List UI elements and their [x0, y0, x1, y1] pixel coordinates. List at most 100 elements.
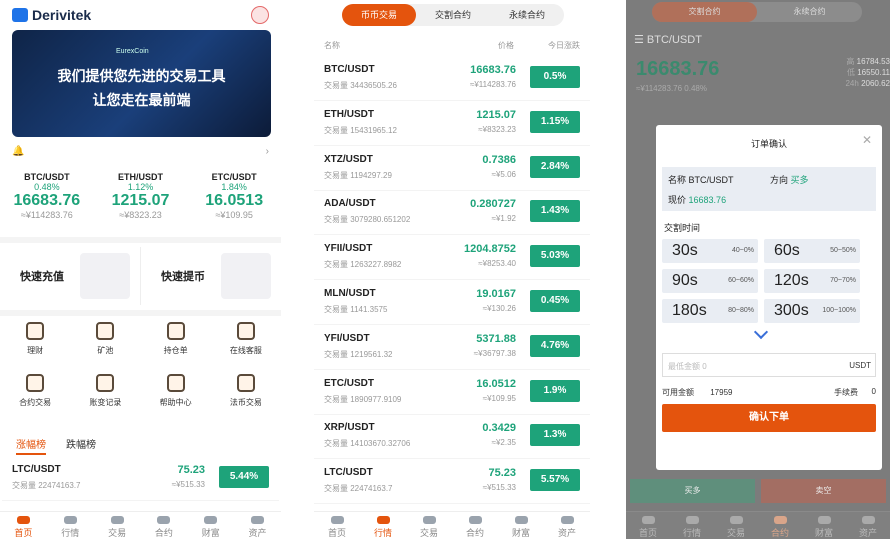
quick-withdraw-button[interactable]: 快速提币: [141, 247, 281, 305]
tab-wealth[interactable]: 财富: [187, 512, 234, 539]
tab-gainers[interactable]: 涨幅榜: [16, 436, 46, 455]
home-icon: [330, 516, 344, 524]
table-row[interactable]: MLN/USDT 交易量 1141.3575 19.0167 ≈¥130.26 0.45…: [314, 280, 590, 325]
amount-input[interactable]: 最低金额 0 USDT: [662, 353, 876, 377]
change-badge: 2.84%: [530, 155, 580, 178]
exchange-icon: [422, 516, 436, 524]
ticker-item[interactable]: ETC/USDT 1.84% 16.0513 ≈¥109.95: [187, 172, 281, 220]
change-badge: 1.43%: [530, 200, 580, 223]
exchange-icon: [110, 516, 124, 524]
duration-option[interactable]: 90s 60~60%: [662, 269, 758, 293]
ticker-item[interactable]: BTC/USDT 0.48% 16683.76 ≈¥114283.76: [0, 172, 94, 220]
sell-short-button[interactable]: 卖空: [761, 479, 886, 503]
change-badge: 1.9%: [530, 379, 580, 402]
tab-contract[interactable]: 合约: [758, 512, 802, 539]
change-badge: 1.3%: [530, 424, 580, 447]
tab-assets[interactable]: 资产: [846, 512, 890, 539]
notice-bar[interactable]: 🔔 ›: [12, 146, 269, 162]
grid-item-contract[interactable]: 合约交易: [0, 374, 70, 426]
tab-spot[interactable]: 币币交易: [342, 4, 416, 26]
tab-trade[interactable]: 交易: [406, 512, 452, 539]
tab-wealth[interactable]: 财富: [498, 512, 544, 539]
tab-market[interactable]: 行情: [360, 512, 406, 539]
tab-trade[interactable]: 交易: [714, 512, 758, 539]
duration-option[interactable]: 120s 70~70%: [764, 269, 860, 293]
tab-home[interactable]: 首页: [314, 512, 360, 539]
table-row[interactable]: LTC/USDT 交易量 22474163.7 75.23 ≈¥515.33 5…: [2, 456, 279, 501]
table-row[interactable]: ETH/USDT 交易量 15431965.12 1215.07 ≈¥8323.23 1…: [314, 101, 590, 146]
grid-item-pool[interactable]: 矿池: [70, 322, 140, 374]
layers-icon: [773, 516, 787, 524]
order-confirm-modal: 订单确认 ✕ 名称 BTC/USDT 方向 买多 现价 16683.76 交割时…: [656, 125, 882, 470]
wallet-icon: [251, 516, 265, 524]
tab-assets[interactable]: 资产: [234, 512, 281, 539]
headset-icon: [236, 322, 255, 340]
table-row[interactable]: ADA/USDT 交易量 3079280.651202 0.280727 ≈¥1.92…: [314, 190, 590, 236]
pair-title[interactable]: ☰ BTC/USDT: [634, 33, 702, 46]
grid-item-fiat[interactable]: 法币交易: [211, 374, 281, 426]
market-screen: 币币交易 交割合约 永续合约 名称 价格 今日涨跌 BTC/USDT 交易量 34…: [314, 0, 590, 539]
grid-item-positions[interactable]: 持仓单: [141, 322, 211, 374]
table-row[interactable]: BTC/USDT 交易量 34436505.26 16683.76 ≈¥114283.…: [314, 56, 590, 101]
grid-item-finance[interactable]: 理财: [0, 322, 70, 374]
duration-option[interactable]: 60s 50~50%: [764, 239, 860, 263]
grid-item-help[interactable]: 帮助中心: [141, 374, 211, 426]
tab-market[interactable]: 行情: [670, 512, 714, 539]
table-row[interactable]: ETC/USDT 交易量 1890977.9109 16.0512 ≈¥109.95 1…: [314, 370, 590, 415]
table-row[interactable]: YFI/USDT 交易量 1219561.32 5371.88 ≈¥36797.38 4…: [314, 325, 590, 370]
tab-perpetual[interactable]: 永续合约: [757, 2, 862, 22]
banner-line2: 让您走在最前端: [92, 92, 191, 108]
home-icon: [16, 516, 30, 524]
quick-deposit-button[interactable]: 快速充值: [0, 247, 141, 305]
wealth-icon: [204, 516, 218, 524]
table-row[interactable]: XTZ/USDT 交易量 1194297.29 0.7386 ≈¥5.06 2.84%: [314, 146, 590, 191]
change-badge: 5.57%: [530, 469, 580, 492]
close-icon[interactable]: ✕: [862, 133, 872, 147]
ticker-strip: BTC/USDT 0.48% 16683.76 ≈¥114283.76 ETH/…: [0, 172, 281, 220]
buy-long-button[interactable]: 买多: [630, 479, 755, 503]
tab-wealth[interactable]: 财富: [802, 512, 846, 539]
coin-stack-icon: [26, 322, 45, 340]
tab-losers[interactable]: 跌幅榜: [66, 436, 96, 455]
chevron-down-icon[interactable]: [753, 324, 769, 340]
withdraw-illustration-icon: [221, 253, 271, 299]
wallet-icon: [861, 516, 875, 524]
change-badge: 4.76%: [530, 334, 580, 357]
quick-actions: 快速充值 快速提币: [0, 247, 281, 305]
tab-contract[interactable]: 合约: [140, 512, 187, 539]
shield-icon: [26, 374, 45, 392]
bell-icon: 🔔: [12, 146, 25, 157]
change-badge: 1.15%: [530, 110, 580, 133]
tab-delivery[interactable]: 交割合约: [416, 4, 490, 26]
table-row[interactable]: LTC/USDT 交易量 22474163.7 75.23 ≈¥515.33 5.57%: [314, 459, 590, 505]
promo-banner[interactable]: EurexCoin 我们提供您先进的交易工具 让您走在最前端: [12, 30, 271, 137]
ticker-item[interactable]: ETH/USDT 1.12% 1215.07 ≈¥8323.23: [94, 172, 188, 220]
tab-market[interactable]: 行情: [47, 512, 94, 539]
table-row[interactable]: XRP/USDT 交易量 14103670.32706 0.3429 ≈¥2.35 1.…: [314, 414, 590, 460]
change-badge: 0.5%: [530, 66, 580, 88]
avatar[interactable]: [251, 6, 269, 24]
chevron-right-icon[interactable]: ›: [266, 146, 269, 162]
duration-option[interactable]: 30s 40~0%: [662, 239, 758, 263]
table-row[interactable]: YFII/USDT 交易量 1263227.8982 1204.8752 ≈¥8253…: [314, 235, 590, 281]
tab-perpetual[interactable]: 永续合约: [490, 4, 564, 26]
grid-item-records[interactable]: 账变记录: [70, 374, 140, 426]
tab-home[interactable]: 首页: [626, 512, 670, 539]
tab-contract[interactable]: 合约: [452, 512, 498, 539]
bottom-tabbar: 首页 行情 交易 合约 财富 资产: [0, 511, 281, 539]
confirm-order-button[interactable]: 确认下单: [662, 404, 876, 432]
menu-icon[interactable]: ☰: [634, 34, 647, 46]
tab-delivery[interactable]: 交割合约: [652, 2, 757, 22]
order-info: 名称 BTC/USDT 方向 买多 现价 16683.76: [662, 167, 876, 211]
duration-option[interactable]: 300s 100~100%: [764, 299, 860, 323]
wallet-icon: [560, 516, 574, 524]
tab-home[interactable]: 首页: [0, 512, 47, 539]
change-badge: 5.44%: [219, 466, 269, 488]
book-icon: [166, 374, 185, 392]
price-sub: ≈¥114283.76 0.48%: [636, 84, 707, 93]
duration-option[interactable]: 180s 80~80%: [662, 299, 758, 323]
rank-tabs: 涨幅榜 跌幅榜: [16, 436, 116, 455]
tab-assets[interactable]: 资产: [544, 512, 590, 539]
grid-item-support[interactable]: 在线客服: [211, 322, 281, 374]
tab-trade[interactable]: 交易: [94, 512, 141, 539]
